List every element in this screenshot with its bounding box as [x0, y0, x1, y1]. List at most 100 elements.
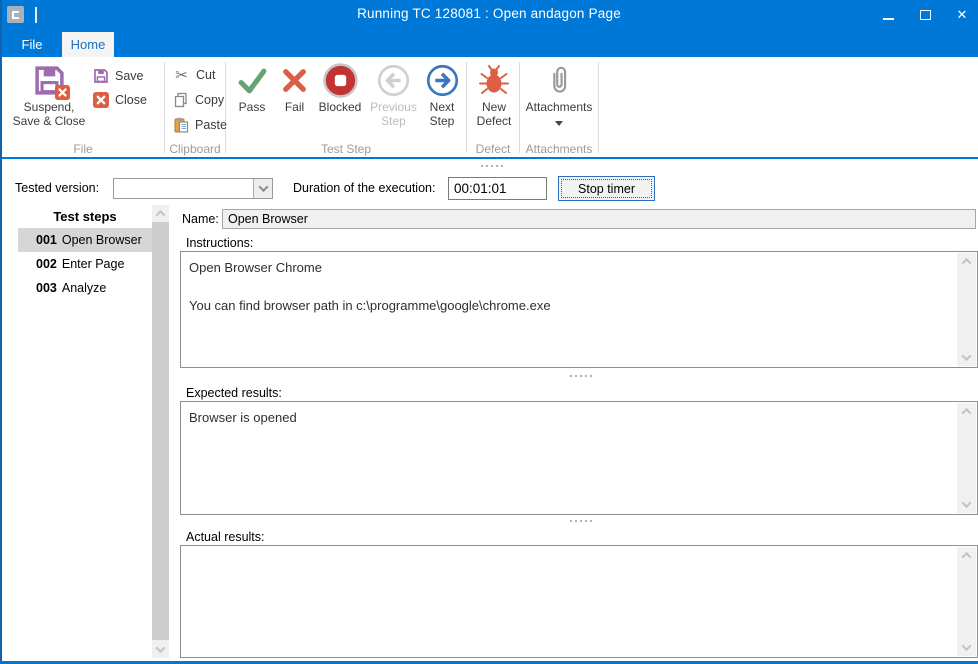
- test-step-item-001[interactable]: 001 Open Browser: [18, 228, 152, 252]
- next-step-label: Next Step: [426, 101, 458, 128]
- scroll-down-button[interactable]: [152, 641, 169, 658]
- close-badge-icon: [55, 85, 70, 100]
- test-step-item-002[interactable]: 002 Enter Page: [18, 252, 152, 276]
- test-step-group-label: Test Step: [226, 142, 466, 156]
- suspend-save-close-button[interactable]: Suspend, Save & Close: [6, 60, 92, 130]
- cut-button[interactable]: ✂ Cut: [173, 66, 221, 83]
- step-name-field[interactable]: Open Browser: [222, 209, 976, 229]
- step-number: 002: [36, 257, 57, 271]
- blocked-label: Blocked: [319, 101, 362, 115]
- splitter-grip[interactable]: [481, 165, 503, 167]
- test-steps-panel: Test steps 001 Open Browser 002 Enter Pa…: [18, 205, 152, 300]
- attachments-label: Attachments: [526, 101, 593, 115]
- pass-check-icon: [236, 62, 269, 98]
- paperclip-icon: [548, 62, 571, 98]
- test-steps-scrollbar[interactable]: [152, 205, 169, 658]
- expected-results-text: Browser is opened: [189, 408, 951, 427]
- test-steps-header: Test steps: [18, 205, 152, 228]
- bug-icon: [478, 62, 510, 98]
- next-arrow-icon: [426, 62, 459, 98]
- ribbon-group-test-step: Pass Fail Blocked Previous Step Next Ste…: [226, 57, 466, 157]
- tab-file[interactable]: File: [8, 32, 56, 57]
- chevron-down-icon: [258, 182, 268, 192]
- maximize-button[interactable]: [917, 7, 933, 23]
- instructions-textarea[interactable]: Open Browser Chrome You can find browser…: [180, 251, 978, 368]
- expected-results-label: Expected results:: [186, 386, 282, 400]
- save-label: Save: [115, 69, 144, 83]
- instructions-label: Instructions:: [186, 236, 253, 250]
- close-window-button[interactable]: ✕: [954, 7, 970, 23]
- fail-button[interactable]: Fail: [276, 60, 314, 130]
- copy-button[interactable]: Copy: [173, 91, 221, 108]
- new-defect-button[interactable]: New Defect: [471, 60, 517, 130]
- instructions-text: Open Browser Chrome You can find browser…: [189, 258, 951, 315]
- pass-label: Pass: [239, 101, 266, 115]
- file-small-buttons: Save Close: [92, 60, 147, 130]
- scissors-icon: ✂: [173, 66, 190, 83]
- tab-home[interactable]: Home: [62, 32, 114, 57]
- suspend-save-close-label: Suspend, Save & Close: [10, 101, 88, 128]
- blocked-button[interactable]: Blocked: [315, 60, 365, 130]
- paste-icon: [173, 116, 189, 133]
- close-red-icon: [92, 91, 109, 108]
- ribbon-group-clipboard: ✂ Cut Copy Paste Clipboard: [165, 57, 225, 157]
- stop-timer-label: Stop timer: [578, 182, 635, 196]
- duration-label: Duration of the execution:: [293, 181, 435, 195]
- step-number: 003: [36, 281, 57, 295]
- attachments-dropdown-caret: [555, 121, 563, 126]
- attachments-button[interactable]: Attachments: [524, 60, 594, 128]
- actual-results-label: Actual results:: [186, 530, 265, 544]
- maximize-icon: [920, 10, 931, 20]
- ribbon-group-attachments: Attachments Attachments: [520, 57, 598, 157]
- stop-timer-button[interactable]: Stop timer: [558, 176, 655, 201]
- duration-input[interactable]: 00:01:01: [448, 177, 547, 200]
- actual-scrollbar[interactable]: [957, 547, 976, 656]
- paste-button[interactable]: Paste: [173, 116, 221, 133]
- step-name: Open Browser: [62, 233, 142, 247]
- window-border-left: [0, 0, 2, 664]
- scroll-up-button[interactable]: [152, 205, 169, 222]
- ribbon-tab-row: File Home: [0, 29, 978, 57]
- minimize-button[interactable]: [880, 7, 896, 23]
- close-icon: ✕: [957, 8, 968, 21]
- save-icon: [92, 67, 109, 84]
- splitter-grip[interactable]: [570, 520, 592, 522]
- splitter-grip[interactable]: [570, 375, 592, 377]
- expected-scrollbar[interactable]: [957, 403, 976, 513]
- group-separator: [598, 62, 599, 153]
- ribbon-group-file: Suspend, Save & Close Save Close File: [2, 57, 164, 157]
- new-defect-label: New Defect: [475, 101, 513, 128]
- tested-version-label: Tested version:: [15, 181, 99, 195]
- actual-results-textarea[interactable]: [180, 545, 978, 658]
- ribbon-group-defect: New Defect Defect: [467, 57, 519, 157]
- expected-results-textarea[interactable]: Browser is opened: [180, 401, 978, 515]
- copy-label: Copy: [195, 93, 224, 107]
- next-step-button[interactable]: Next Step: [422, 60, 462, 130]
- blocked-stop-icon: [322, 62, 359, 98]
- pass-button[interactable]: Pass: [230, 60, 274, 130]
- name-label: Name:: [182, 212, 219, 226]
- tested-version-combobox[interactable]: [113, 178, 273, 199]
- instructions-scrollbar[interactable]: [957, 253, 976, 366]
- close-button[interactable]: Close: [92, 91, 147, 108]
- previous-step-button[interactable]: Previous Step: [367, 60, 421, 130]
- test-execution-window: Running TC 128081 : Open andagon Page ✕ …: [0, 0, 978, 664]
- window-title: Running TC 128081 : Open andagon Page: [0, 6, 978, 21]
- previous-arrow-icon: [377, 62, 410, 98]
- previous-step-label: Previous Step: [370, 101, 417, 128]
- attachments-group-label: Attachments: [520, 142, 598, 156]
- save-button[interactable]: Save: [92, 67, 147, 84]
- execution-form: Tested version: Duration of the executio…: [2, 159, 978, 661]
- titlebar[interactable]: Running TC 128081 : Open andagon Page ✕: [0, 0, 978, 29]
- paste-label: Paste: [195, 118, 227, 132]
- scrollbar-thumb[interactable]: [152, 222, 169, 640]
- file-group-label: File: [2, 142, 164, 156]
- combobox-dropdown-button[interactable]: [253, 179, 272, 198]
- step-number: 001: [36, 233, 57, 247]
- cut-label: Cut: [196, 68, 215, 82]
- ribbon: Suspend, Save & Close Save Close File: [2, 57, 978, 157]
- test-step-item-003[interactable]: 003 Analyze: [18, 276, 152, 300]
- step-name: Analyze: [62, 281, 106, 295]
- fail-label: Fail: [285, 101, 304, 115]
- close-label: Close: [115, 93, 147, 107]
